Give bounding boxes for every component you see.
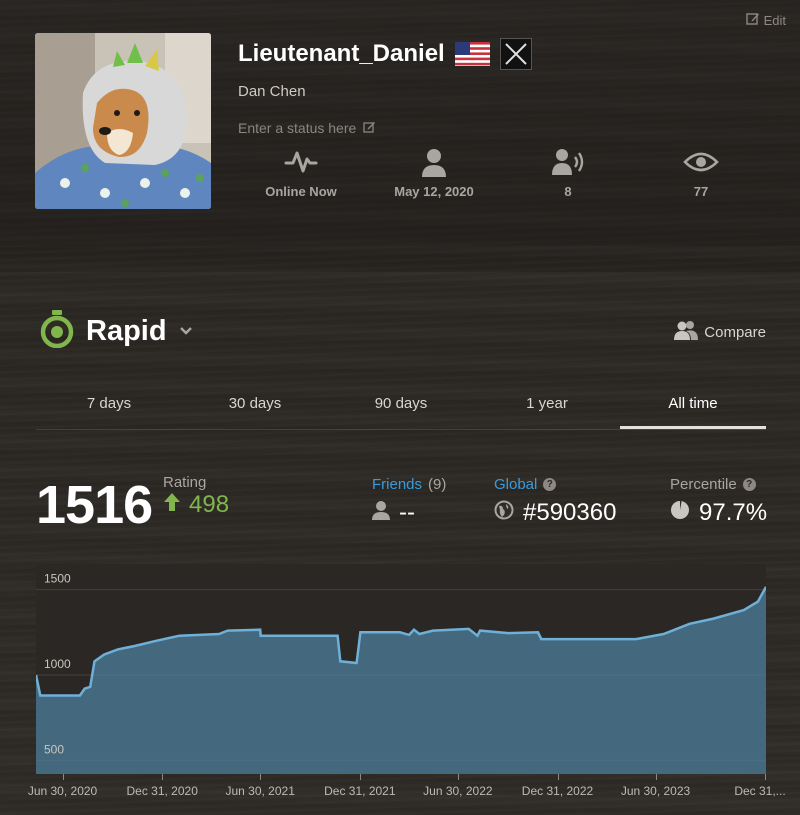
global-rank: Global ? #590360 — [494, 476, 616, 527]
tab-1-year[interactable]: 1 year — [474, 382, 620, 429]
global-rank-value: #590360 — [523, 499, 617, 526]
x-tick-mark — [260, 774, 262, 780]
x-tick-mark — [457, 774, 459, 780]
tab-all-time[interactable]: All time — [620, 382, 766, 429]
followers-icon — [508, 146, 628, 178]
status-placeholder: Enter a status here — [238, 120, 357, 136]
avatar-image — [35, 33, 211, 209]
arrow-up-icon — [163, 491, 181, 519]
profile-header: Edit Lieutenant_Daniel Dan Chen Enter a … — [0, 0, 800, 246]
percentile: Percentile ? 97.7% — [670, 476, 767, 527]
x-tick-mark — [655, 774, 657, 780]
person-icon — [374, 146, 494, 178]
rating-label: Rating — [163, 474, 207, 491]
joined-label: May 12, 2020 — [394, 184, 474, 199]
followers-label: 8 — [564, 184, 572, 199]
person-small-icon — [372, 499, 390, 527]
compare-button[interactable]: Compare — [674, 320, 766, 344]
chart-x-axis: Jun 30, 2020 Dec 31, 2020 Jun 30, 2021 Dec … — [0, 774, 800, 804]
edit-icon — [745, 12, 760, 28]
x-tick-label: Jun 30, 2021 — [225, 784, 295, 798]
help-icon[interactable]: ? — [742, 478, 756, 491]
globe-icon — [494, 499, 514, 527]
edit-label: Edit — [763, 12, 786, 28]
views-label: 77 — [693, 184, 709, 199]
pie-icon — [670, 499, 690, 527]
x-badge-icon[interactable] — [499, 38, 532, 70]
rating-area — [36, 586, 766, 774]
x-tick-label: Jun 30, 2023 — [620, 784, 691, 798]
x-tick-mark — [162, 774, 164, 780]
y-tick-label: 1500 — [44, 572, 71, 586]
edit-profile-link[interactable]: Edit — [745, 12, 786, 28]
followers-count[interactable]: 8 — [508, 146, 628, 199]
y-tick-label: 500 — [44, 742, 64, 756]
x-tick-mark — [62, 774, 64, 780]
compare-users-icon — [674, 320, 699, 344]
online-status: Online Now — [241, 146, 361, 199]
tab-7-days[interactable]: 7 days — [36, 382, 182, 429]
tab-90-days[interactable]: 90 days — [328, 382, 474, 429]
percentile-value: 97.7% — [699, 499, 768, 526]
status-field[interactable]: Enter a status here — [238, 120, 376, 136]
game-mode-selector[interactable]: Rapid — [40, 310, 193, 353]
compare-label: Compare — [704, 323, 766, 341]
rating-change: 498 — [163, 491, 229, 519]
current-rating: 1516 — [36, 475, 153, 535]
username[interactable]: Lieutenant_Daniel — [238, 40, 445, 68]
section-divider — [0, 246, 800, 272]
edit-status-icon — [363, 120, 376, 136]
activity-icon — [241, 146, 361, 178]
game-mode-title: Rapid — [86, 315, 167, 347]
x-tick-label: Dec 31, 2020 — [126, 784, 198, 798]
x-tick-label: Jun 30, 2020 — [27, 784, 98, 798]
x-tick-label: Jun 30, 2022 — [423, 784, 493, 798]
x-tick-label: Dec 31,... — [734, 784, 786, 798]
real-name: Dan Chen — [238, 83, 306, 100]
chevron-down-icon — [179, 323, 193, 341]
rating-history-chart[interactable]: 500 1000 1500 — [36, 564, 766, 774]
stopwatch-icon — [40, 310, 74, 353]
online-label: Online Now — [265, 184, 337, 199]
eye-icon — [641, 146, 761, 178]
percentile-label: Percentile — [670, 476, 737, 493]
joined-date: May 12, 2020 — [374, 146, 494, 199]
x-tick-mark — [764, 774, 766, 780]
x-tick-mark — [359, 774, 361, 780]
y-tick-label: 1000 — [44, 657, 71, 671]
rating-change-value: 498 — [189, 491, 230, 518]
us-flag-icon — [454, 42, 490, 66]
x-tick-label: Dec 31, 2021 — [324, 784, 396, 798]
x-tick-mark — [557, 774, 559, 780]
global-link[interactable]: Global — [494, 476, 537, 493]
avatar[interactable] — [35, 33, 211, 209]
friends-rank: Friends (9) -- — [372, 476, 446, 527]
views-count: 77 — [641, 146, 761, 199]
x-tick-label: Dec 31, 2022 — [521, 784, 594, 798]
time-range-tabs: 7 days 30 days 90 days 1 year All time — [36, 382, 766, 430]
friends-rank-value: -- — [399, 499, 415, 526]
friends-link[interactable]: Friends — [372, 476, 422, 493]
tab-30-days[interactable]: 30 days — [182, 382, 328, 429]
friends-count: (9) — [428, 476, 447, 493]
help-icon[interactable]: ? — [543, 478, 557, 491]
